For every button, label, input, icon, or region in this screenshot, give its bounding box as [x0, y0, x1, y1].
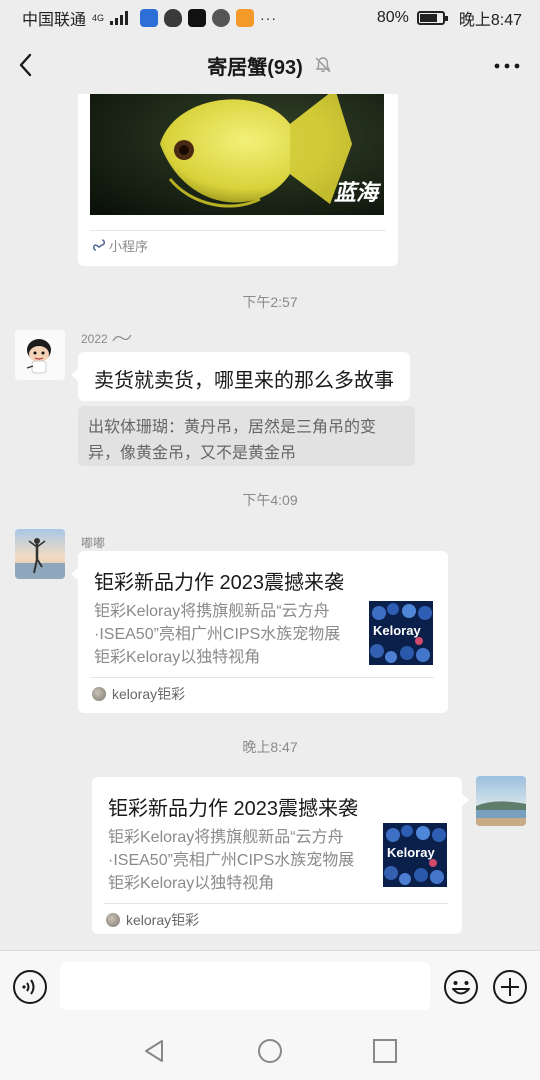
link-description: 钜彩Keloray将携旗舰新品“云方舟·ISEA50”亮相广州CIPS水族宠物展… [94, 603, 341, 666]
back-icon[interactable] [12, 50, 42, 80]
signal-icon [110, 11, 129, 25]
app-icon-orange [236, 9, 255, 27]
nickname-emblem-icon [112, 334, 132, 342]
plus-icon[interactable] [492, 969, 528, 1005]
link-card[interactable]: 钜彩新品力作 2023震撼来袭 钜彩Keloray将携旗舰新品“云方舟·ISEA… [92, 777, 469, 934]
status-bar: 中国联通 4G ··· 80% 晚上8:47 [0, 0, 540, 36]
input-bar [0, 950, 540, 1020]
carrier-label: 中国联通 [22, 12, 87, 29]
security-icon [164, 9, 183, 27]
my-avatar[interactable] [476, 776, 526, 826]
fish-image: 蓝海 [90, 94, 384, 215]
tiktok-icon [188, 9, 207, 27]
chat-title: 寄居蟹(93) [207, 56, 303, 79]
link-title: 钜彩新品力作 2023震撼来袭 [94, 572, 345, 594]
avatar[interactable] [15, 330, 65, 380]
link-card[interactable]: 钜彩新品力作 2023震撼来袭 钜彩Keloray将携旗舰新品“云方舟·ISEA… [71, 551, 448, 713]
battery-percent: 80% [376, 9, 409, 26]
miniprogram-card[interactable]: 蓝海 小程序 [78, 94, 398, 266]
link-title: 钜彩新品力作 2023震撼来袭 [108, 798, 359, 820]
miniprogram-label: 小程序 [92, 236, 148, 255]
divider [90, 677, 434, 678]
source-avatar-icon [106, 913, 120, 927]
more-icon[interactable] [492, 52, 522, 80]
clock: 晚上8:47 [458, 12, 522, 29]
link-thumbnail: Keloray [369, 601, 433, 665]
nav-back-icon[interactable] [140, 1037, 168, 1065]
battery-icon [416, 11, 448, 25]
timestamp: 下午2:57 [242, 294, 298, 310]
nav-home-icon[interactable] [256, 1037, 284, 1065]
timestamp: 下午4:09 [242, 492, 298, 508]
sender-nickname: 2022 [81, 332, 133, 346]
mute-bell-icon [315, 57, 331, 73]
emoji-icon[interactable] [443, 969, 479, 1005]
network-label: 4G [92, 12, 105, 23]
link-thumbnail: Keloray [383, 823, 447, 887]
chat-header: 寄居蟹(93) [0, 36, 540, 94]
app-icon-shield [140, 9, 159, 27]
avatar[interactable] [15, 529, 65, 579]
link-description: 钜彩Keloray将携旗舰新品“云方舟·ISEA50”亮相广州CIPS水族宠物展… [108, 829, 355, 892]
link-source: keloray钜彩 [92, 684, 185, 704]
chat-messages[interactable]: 蓝海 小程序 下午2:57 2022 卖货就卖货，哪里来的那么多故事 出软体珊瑚… [0, 94, 540, 950]
source-avatar-icon [92, 687, 106, 701]
divider [90, 230, 386, 231]
message-input[interactable] [60, 962, 430, 1010]
link-source: keloray钜彩 [106, 910, 199, 930]
timestamp: 晚上8:47 [242, 739, 298, 755]
nav-recents-icon[interactable] [371, 1037, 399, 1065]
more-notifications-icon: ··· [260, 10, 278, 26]
voice-icon[interactable] [12, 969, 48, 1005]
miniprogram-icon [92, 238, 106, 251]
divider [104, 903, 448, 904]
message-bubble[interactable]: 卖货就卖货，哪里来的那么多故事 [71, 352, 410, 401]
app-icon-ball [212, 9, 231, 27]
sender-nickname: 嘟嘟 [81, 536, 106, 550]
system-navigation-bar [0, 1020, 540, 1080]
quoted-message[interactable]: 出软体珊瑚：黄丹吊，居然是三角吊的变异，像黄金吊，又不是黄金吊 [78, 406, 415, 466]
image-watermark: 蓝海 [333, 180, 378, 205]
